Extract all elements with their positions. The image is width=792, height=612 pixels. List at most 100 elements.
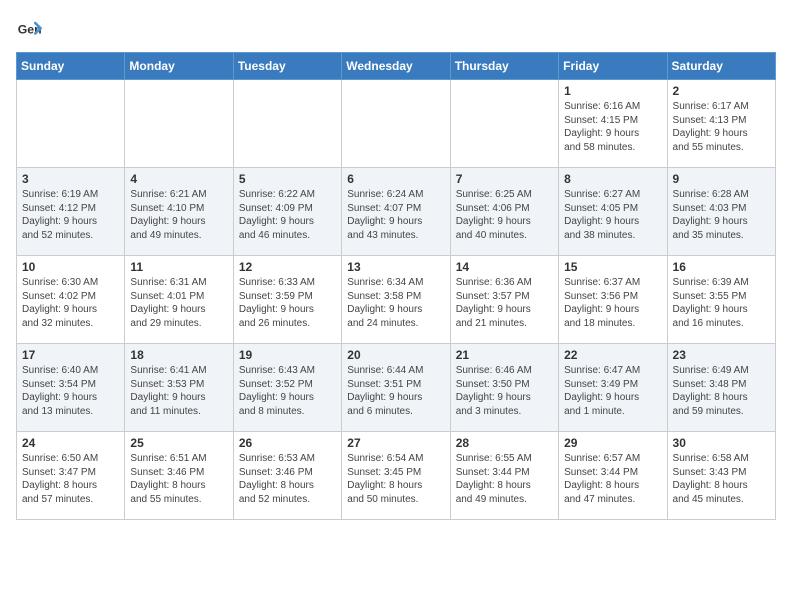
cell-details: Sunrise: 6:44 AM Sunset: 3:51 PM Dayligh… — [347, 364, 444, 418]
day-number: 3 — [22, 172, 119, 186]
calendar-cell: 20 Sunrise: 6:44 AM Sunset: 3:51 PM Dayli… — [342, 344, 450, 432]
calendar-cell: 29Sunrise: 6:57 AM Sunset: 3:44 PM Dayli… — [559, 432, 667, 520]
cell-details: Sunrise: 6:28 AM Sunset: 4:03 PM Dayligh… — [673, 188, 770, 242]
day-number: 2 — [673, 84, 770, 98]
day-number: 21 — [456, 348, 553, 362]
logo-icon: Gen — [16, 16, 44, 44]
day-number: 14 — [456, 260, 553, 274]
calendar-week-row: 24 Sunrise: 6:50 AM Sunset: 3:47 PM Dayli… — [17, 432, 776, 520]
weekday-header: Monday — [125, 53, 233, 80]
calendar-cell: 4 Sunrise: 6:21 AM Sunset: 4:10 PM Daylig… — [125, 168, 233, 256]
weekday-header: Sunday — [17, 53, 125, 80]
weekday-header: Thursday — [450, 53, 558, 80]
cell-details: Sunrise: 6:22 AM Sunset: 4:09 PM Dayligh… — [239, 188, 336, 242]
calendar-cell: 9 Sunrise: 6:28 AM Sunset: 4:03 PM Daylig… — [667, 168, 775, 256]
calendar-cell: 26 Sunrise: 6:53 AM Sunset: 3:46 PM Dayli… — [233, 432, 341, 520]
calendar-cell: 21 Sunrise: 6:46 AM Sunset: 3:50 PM Dayli… — [450, 344, 558, 432]
calendar-cell: 2 Sunrise: 6:17 AM Sunset: 4:13 PM Daylig… — [667, 80, 775, 168]
day-number: 27 — [347, 436, 444, 450]
calendar-cell: 28 Sunrise: 6:55 AM Sunset: 3:44 PM Dayli… — [450, 432, 558, 520]
day-number: 4 — [130, 172, 227, 186]
calendar-cell — [17, 80, 125, 168]
day-number: 19 — [239, 348, 336, 362]
weekday-header: Tuesday — [233, 53, 341, 80]
day-number: 25 — [130, 436, 227, 450]
cell-details: Sunrise: 6:57 AM Sunset: 3:44 PM Dayligh… — [564, 452, 661, 506]
calendar-cell: 7 Sunrise: 6:25 AM Sunset: 4:06 PM Daylig… — [450, 168, 558, 256]
cell-details: Sunrise: 6:41 AM Sunset: 3:53 PM Dayligh… — [130, 364, 227, 418]
calendar-cell: 12 Sunrise: 6:33 AM Sunset: 3:59 PM Dayli… — [233, 256, 341, 344]
cell-details: Sunrise: 6:47 AM Sunset: 3:49 PM Dayligh… — [564, 364, 661, 418]
weekday-header: Saturday — [667, 53, 775, 80]
cell-details: Sunrise: 6:46 AM Sunset: 3:50 PM Dayligh… — [456, 364, 553, 418]
calendar-week-row: 17Sunrise: 6:40 AM Sunset: 3:54 PM Dayli… — [17, 344, 776, 432]
calendar-cell: 1Sunrise: 6:16 AM Sunset: 4:15 PM Daylig… — [559, 80, 667, 168]
calendar-cell: 3 Sunrise: 6:19 AM Sunset: 4:12 PM Daylig… — [17, 168, 125, 256]
day-number: 18 — [130, 348, 227, 362]
day-number: 20 — [347, 348, 444, 362]
day-number: 13 — [347, 260, 444, 274]
calendar-cell — [342, 80, 450, 168]
calendar-week-row: 10Sunrise: 6:30 AM Sunset: 4:02 PM Dayli… — [17, 256, 776, 344]
cell-details: Sunrise: 6:43 AM Sunset: 3:52 PM Dayligh… — [239, 364, 336, 418]
cell-details: Sunrise: 6:24 AM Sunset: 4:07 PM Dayligh… — [347, 188, 444, 242]
cell-details: Sunrise: 6:50 AM Sunset: 3:47 PM Dayligh… — [22, 452, 119, 506]
calendar-cell: 23 Sunrise: 6:49 AM Sunset: 3:48 PM Dayli… — [667, 344, 775, 432]
day-number: 23 — [673, 348, 770, 362]
calendar-cell: 14 Sunrise: 6:36 AM Sunset: 3:57 PM Dayli… — [450, 256, 558, 344]
day-number: 10 — [22, 260, 119, 274]
calendar-cell: 13Sunrise: 6:34 AM Sunset: 3:58 PM Dayli… — [342, 256, 450, 344]
cell-details: Sunrise: 6:55 AM Sunset: 3:44 PM Dayligh… — [456, 452, 553, 506]
day-number: 1 — [564, 84, 661, 98]
cell-details: Sunrise: 6:25 AM Sunset: 4:06 PM Dayligh… — [456, 188, 553, 242]
calendar-cell: 25 Sunrise: 6:51 AM Sunset: 3:46 PM Dayli… — [125, 432, 233, 520]
calendar-cell: 27 Sunrise: 6:54 AM Sunset: 3:45 PM Dayli… — [342, 432, 450, 520]
calendar-body: 1Sunrise: 6:16 AM Sunset: 4:15 PM Daylig… — [17, 80, 776, 520]
cell-details: Sunrise: 6:31 AM Sunset: 4:01 PM Dayligh… — [130, 276, 227, 330]
cell-details: Sunrise: 6:36 AM Sunset: 3:57 PM Dayligh… — [456, 276, 553, 330]
day-number: 9 — [673, 172, 770, 186]
calendar-cell: 10Sunrise: 6:30 AM Sunset: 4:02 PM Dayli… — [17, 256, 125, 344]
day-number: 15 — [564, 260, 661, 274]
calendar-week-row: 1Sunrise: 6:16 AM Sunset: 4:15 PM Daylig… — [17, 80, 776, 168]
cell-details: Sunrise: 6:33 AM Sunset: 3:59 PM Dayligh… — [239, 276, 336, 330]
day-number: 8 — [564, 172, 661, 186]
day-number: 28 — [456, 436, 553, 450]
day-number: 24 — [22, 436, 119, 450]
calendar-cell — [125, 80, 233, 168]
cell-details: Sunrise: 6:51 AM Sunset: 3:46 PM Dayligh… — [130, 452, 227, 506]
header: Gen — [16, 16, 776, 44]
calendar-cell: 30 Sunrise: 6:58 AM Sunset: 3:43 PM Dayli… — [667, 432, 775, 520]
cell-details: Sunrise: 6:39 AM Sunset: 3:55 PM Dayligh… — [673, 276, 770, 330]
calendar-cell: 16 Sunrise: 6:39 AM Sunset: 3:55 PM Dayli… — [667, 256, 775, 344]
day-number: 22 — [564, 348, 661, 362]
weekday-header-row: SundayMondayTuesdayWednesdayThursdayFrid… — [17, 53, 776, 80]
day-number: 6 — [347, 172, 444, 186]
cell-details: Sunrise: 6:49 AM Sunset: 3:48 PM Dayligh… — [673, 364, 770, 418]
logo: Gen — [16, 16, 48, 44]
calendar-cell: 15Sunrise: 6:37 AM Sunset: 3:56 PM Dayli… — [559, 256, 667, 344]
calendar-week-row: 3 Sunrise: 6:19 AM Sunset: 4:12 PM Daylig… — [17, 168, 776, 256]
cell-details: Sunrise: 6:58 AM Sunset: 3:43 PM Dayligh… — [673, 452, 770, 506]
day-number: 26 — [239, 436, 336, 450]
day-number: 12 — [239, 260, 336, 274]
calendar-cell — [233, 80, 341, 168]
calendar-cell: 24 Sunrise: 6:50 AM Sunset: 3:47 PM Dayli… — [17, 432, 125, 520]
cell-details: Sunrise: 6:21 AM Sunset: 4:10 PM Dayligh… — [130, 188, 227, 242]
day-number: 7 — [456, 172, 553, 186]
calendar-cell: 8Sunrise: 6:27 AM Sunset: 4:05 PM Daylig… — [559, 168, 667, 256]
calendar-cell: 22 Sunrise: 6:47 AM Sunset: 3:49 PM Dayli… — [559, 344, 667, 432]
day-number: 30 — [673, 436, 770, 450]
cell-details: Sunrise: 6:54 AM Sunset: 3:45 PM Dayligh… — [347, 452, 444, 506]
cell-details: Sunrise: 6:53 AM Sunset: 3:46 PM Dayligh… — [239, 452, 336, 506]
day-number: 16 — [673, 260, 770, 274]
day-number: 11 — [130, 260, 227, 274]
calendar-table: SundayMondayTuesdayWednesdayThursdayFrid… — [16, 52, 776, 520]
cell-details: Sunrise: 6:19 AM Sunset: 4:12 PM Dayligh… — [22, 188, 119, 242]
weekday-header: Wednesday — [342, 53, 450, 80]
calendar-cell: 11 Sunrise: 6:31 AM Sunset: 4:01 PM Dayli… — [125, 256, 233, 344]
calendar-cell — [450, 80, 558, 168]
calendar-cell: 19 Sunrise: 6:43 AM Sunset: 3:52 PM Dayli… — [233, 344, 341, 432]
cell-details: Sunrise: 6:17 AM Sunset: 4:13 PM Dayligh… — [673, 100, 770, 154]
calendar-cell: 17Sunrise: 6:40 AM Sunset: 3:54 PM Dayli… — [17, 344, 125, 432]
